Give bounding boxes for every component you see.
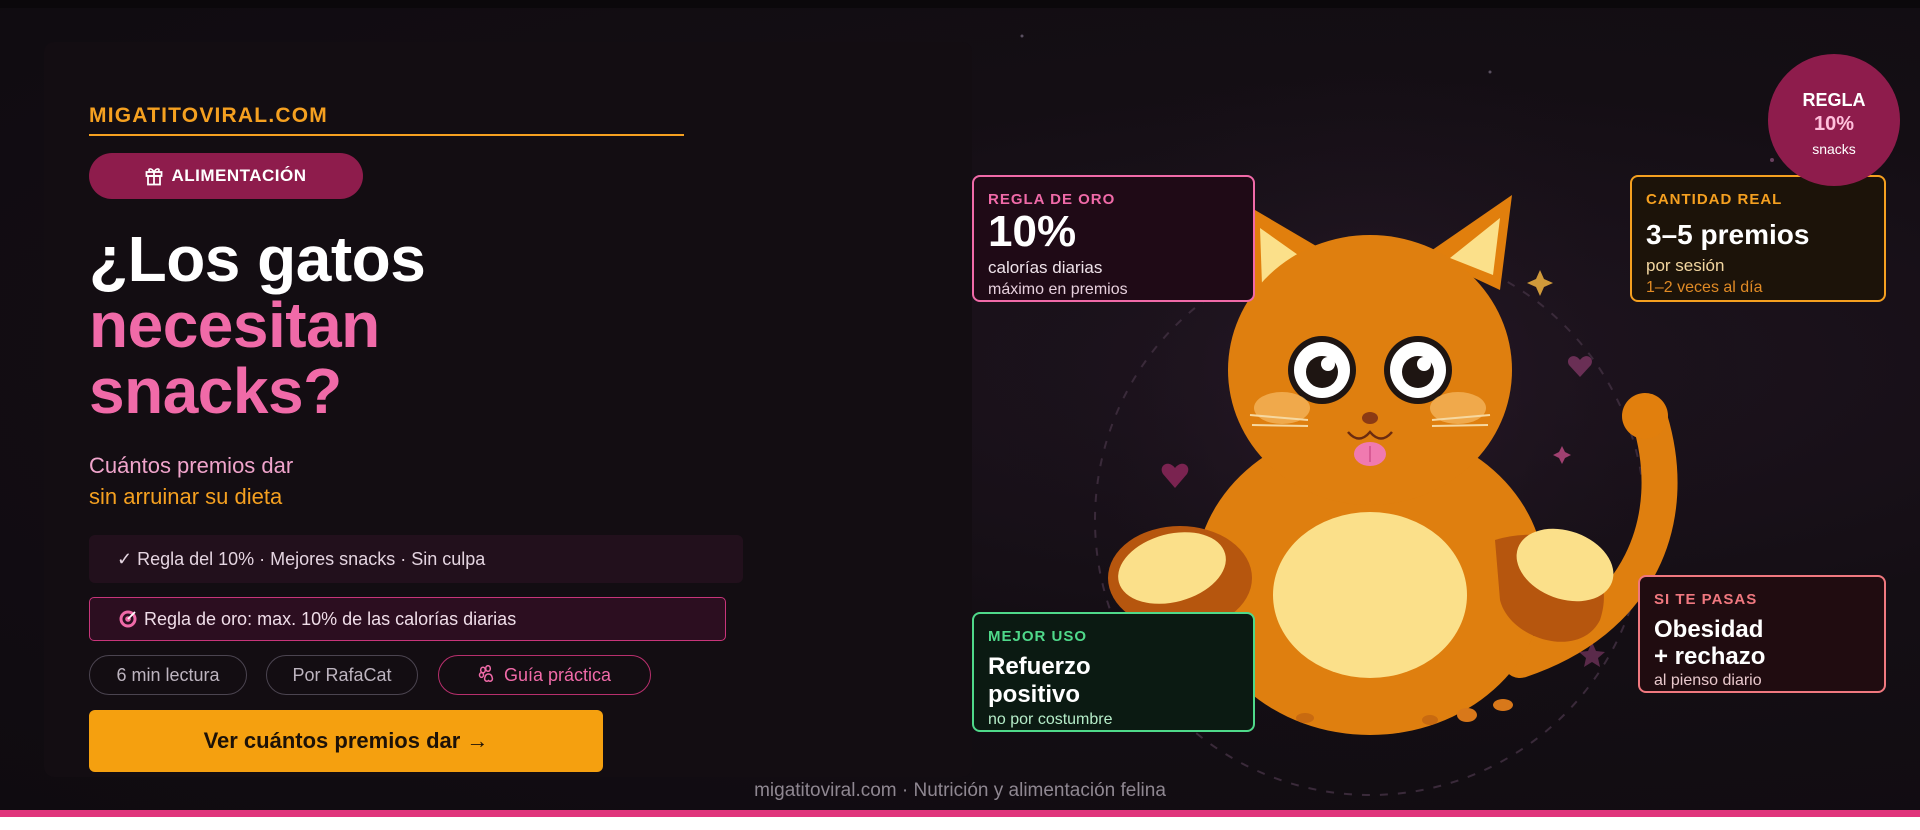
subtitle-line-1: Cuántos premios dar <box>89 453 294 478</box>
paw-icon <box>478 665 494 682</box>
gift-icon <box>146 168 163 186</box>
title-line-3: snacks? <box>89 355 342 427</box>
category-badge[interactable]: ALIMENTACIÓN <box>89 153 363 199</box>
gold-rule-card: REGLA DE ORO 10% calorías diarias máximo… <box>972 175 1255 302</box>
gold-rule-line-1: calorías diarias <box>988 258 1103 277</box>
title-line-2: necesitan <box>89 289 380 361</box>
badge-line-2: 10% <box>1813 113 1855 135</box>
golden-rule-box: Regla de oro: max. 10% de las calorías d… <box>89 597 726 641</box>
subtitle-line-2: sin arruinar su dieta <box>89 484 283 509</box>
hero-banner: MIGATITOVIRAL.COM ALIMENTACIÓN ¿Los gato… <box>0 0 1920 810</box>
subtitle: Cuántos premios dar sin arruinar su diet… <box>89 450 293 512</box>
overdo-value-line-2: + rechazo <box>1654 643 1766 670</box>
category-label: ALIMENTACIÓN <box>171 166 307 185</box>
bottom-accent-stripe <box>0 810 1920 817</box>
best-use-value: Refuerzo positivo <box>988 653 1253 709</box>
overdo-value-line-1: Obesidad <box>1654 616 1764 643</box>
real-amount-card: CANTIDAD REAL 3–5 premios por sesión 1–2… <box>1630 175 1886 302</box>
overdo-line-1: al pienso diario <box>1654 672 1762 689</box>
best-use-card: MEJOR USO Refuerzo positivo no por costu… <box>972 612 1255 732</box>
guide-tag-label: Guía práctica <box>503 664 612 685</box>
page-title: ¿Los gatos necesitan snacks? <box>89 223 426 427</box>
real-amount-line-2: 1–2 veces al día <box>1646 279 1763 296</box>
badge-line-1: REGLA <box>1802 90 1866 110</box>
gold-rule-label: REGLA DE ORO <box>988 191 1116 208</box>
real-amount-label: CANTIDAD REAL <box>1646 191 1783 208</box>
site-brand[interactable]: MIGATITOVIRAL.COM <box>89 104 684 136</box>
best-use-line-1: no por costumbre <box>988 711 1113 728</box>
title-line-1: ¿Los gatos <box>89 223 426 295</box>
rule-badge: REGLA 10% snacks <box>1768 54 1900 186</box>
real-amount-value: 3–5 premios <box>1646 219 1810 250</box>
real-amount-line-1: por sesión <box>1646 256 1725 275</box>
overdo-card: SI TE PASAS Obesidad + rechazo al pienso… <box>1638 575 1886 693</box>
cta-button[interactable]: Ver cuántos premios dar → <box>89 710 603 772</box>
best-use-value-line-1: Refuerzo <box>988 653 1091 680</box>
overdo-value: Obesidad + rechazo <box>1654 616 1884 670</box>
author-tag[interactable]: Por RafaCat <box>266 655 418 695</box>
badge-line-3: snacks <box>1812 141 1856 157</box>
guide-tag[interactable]: Guía práctica <box>438 655 651 695</box>
best-use-value-line-2: positivo <box>988 681 1081 708</box>
features-bar: ✓ Regla del 10% · Mejores snacks · Sin c… <box>89 535 743 583</box>
golden-rule-text: Regla de oro: max. 10% de las calorías d… <box>144 608 517 629</box>
reading-time-tag: 6 min lectura <box>89 655 247 695</box>
overdo-label: SI TE PASAS <box>1654 591 1758 608</box>
target-icon <box>119 610 137 628</box>
gold-rule-value: 10% <box>988 207 1077 256</box>
gold-rule-line-2: máximo en premios <box>988 281 1128 298</box>
footer-text: migatitoviral.com · Nutrición y alimenta… <box>754 780 1166 801</box>
best-use-label: MEJOR USO <box>988 628 1088 645</box>
